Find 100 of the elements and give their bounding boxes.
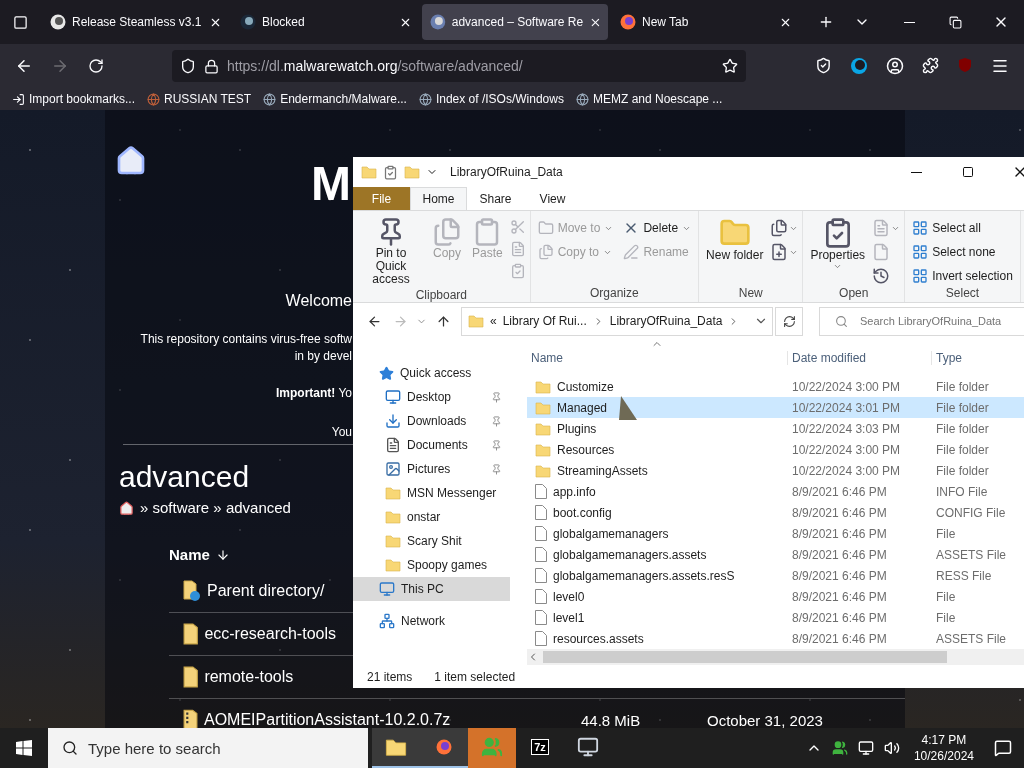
extensions-icon[interactable] (922, 57, 939, 74)
ribbon-button[interactable]: Invert selection (909, 267, 1016, 285)
shield-check-icon[interactable] (815, 57, 832, 74)
nav-item[interactable]: onstar (353, 505, 510, 529)
file-name: Resources (557, 442, 615, 457)
bookmark-link[interactable]: RUSSIAN TEST (147, 92, 252, 106)
file-row[interactable]: boot.config 8/9/2021 6:46 PM CONFIG File (527, 502, 1024, 523)
path-segment[interactable]: LibraryOfRuina_Data (609, 314, 723, 328)
taskbar-search-field[interactable]: Type here to search (48, 728, 368, 768)
bookmark-link[interactable]: Import bookmarks... (12, 92, 136, 106)
file-name: Plugins (557, 421, 597, 436)
ribbon-tab[interactable]: Home (410, 187, 467, 210)
address-field[interactable]: « Library Of Rui... LibraryOfRuina_Data (461, 306, 773, 336)
home-icon[interactable] (119, 500, 134, 516)
overflow-marker[interactable]: « (490, 314, 497, 328)
browser-tab[interactable]: Blocked (232, 4, 418, 40)
column-header[interactable]: Type (936, 351, 962, 365)
ribbon-button[interactable]: New folder (703, 215, 767, 264)
account-icon[interactable] (886, 57, 904, 75)
home-icon[interactable] (115, 145, 147, 177)
folder-icon (535, 420, 551, 437)
taskbar-app[interactable] (420, 728, 468, 768)
file-icon (535, 547, 547, 562)
sort-arrow-icon (215, 548, 230, 562)
path-segment[interactable]: Library Of Rui... (502, 314, 587, 328)
browser-tab[interactable]: New Tab (612, 4, 798, 40)
folder-icon (535, 399, 551, 416)
file-row[interactable]: StreamingAssets 10/22/2024 3:00 PM File folder (527, 460, 1024, 481)
nav-item[interactable]: This PC (353, 577, 510, 601)
nav-item[interactable]: Quick access (353, 361, 510, 385)
ribbon-button[interactable]: Properties (807, 215, 869, 273)
nav-item[interactable]: Desktop (353, 385, 510, 409)
file-row[interactable]: globalgamemanagers 8/9/2021 6:46 PM File (527, 523, 1024, 544)
picture-icon (385, 461, 401, 477)
files-icon[interactable] (770, 219, 789, 237)
nav-item[interactable]: Network (353, 609, 510, 633)
file-row[interactable]: Resources 10/22/2024 3:00 PM File folder (527, 439, 1024, 460)
ribbon-tab[interactable]: Share (467, 187, 524, 210)
folder-icon (385, 485, 401, 501)
taskbar-app[interactable]: 7z (516, 728, 564, 768)
ring-logo-icon[interactable] (850, 57, 868, 75)
entry-link[interactable]: AOMEIPartitionAssistant-10.2.0.7z (204, 711, 451, 728)
scrollbar-thumb[interactable] (543, 651, 947, 663)
bookmark-link[interactable]: Endermanch/Malware... (263, 92, 407, 106)
search-field[interactable]: Search LibraryOfRuina_Data (819, 306, 1024, 336)
refresh-button[interactable] (775, 306, 803, 336)
browser-tab[interactable]: Release Steamless v3.1 (42, 4, 228, 40)
taskbar-app[interactable] (372, 728, 420, 768)
column-header[interactable]: Name (169, 545, 210, 565)
import-icon (12, 92, 25, 106)
entry-link[interactable]: Parent directory/ (207, 582, 325, 600)
entry-link[interactable]: remote-tools (204, 668, 294, 686)
ribbon-button[interactable]: Pin to Quick access (357, 215, 425, 288)
globe-icon (263, 92, 277, 106)
nav-item[interactable]: Downloads (353, 409, 510, 433)
file-row[interactable]: level0 8/9/2021 6:46 PM File (527, 586, 1024, 607)
people-icon[interactable] (831, 740, 848, 756)
maximize-icon (962, 166, 974, 178)
url-field[interactable]: https://dl.malwarewatch.org/software/advanced/ (172, 50, 746, 82)
file-type: ASSETS File (935, 547, 1008, 562)
entry-link[interactable]: ecc-research-tools (204, 625, 336, 643)
monitor-icon (577, 736, 599, 758)
file-row[interactable]: level1 8/9/2021 6:46 PM File (527, 607, 1024, 628)
note-text: You (330, 424, 352, 441)
nav-item[interactable]: Spoopy games (353, 553, 510, 577)
nav-item[interactable]: Scary Shit (353, 529, 510, 553)
nav-item[interactable]: Pictures (353, 457, 510, 481)
history-icon[interactable] (872, 267, 891, 285)
nav-item[interactable]: MSN Messenger (353, 481, 510, 505)
file-type: File folder (935, 379, 990, 394)
file-row[interactable]: Plugins 10/22/2024 3:03 PM File folder (527, 418, 1024, 439)
ribbon-button[interactable]: Select all (909, 219, 1016, 237)
network-icon[interactable] (857, 740, 874, 756)
menu-icon[interactable] (991, 57, 1009, 75)
ribbon-button[interactable]: Delete (620, 219, 695, 237)
bookmark-link[interactable]: Index of /ISOs/Windows (418, 92, 564, 106)
file-row[interactable]: resources.assets 8/9/2021 6:46 PM ASSETS File (527, 628, 1024, 649)
nav-item[interactable]: Documents (353, 433, 510, 457)
bookmark-link[interactable]: MEMZ and Noescape ... (575, 92, 723, 106)
file-row[interactable]: globalgamemanagers.assets 8/9/2021 6:46 PM ASSETS File (527, 544, 1024, 565)
column-header[interactable]: Date modified (792, 351, 867, 365)
round-logo-icon (240, 14, 256, 30)
browser-tab[interactable]: advanced – Software Re (422, 4, 608, 40)
clock[interactable]: 4:17 PM 10/26/2024 (913, 732, 974, 764)
file-row[interactable]: app.info 8/9/2021 6:46 PM INFO File (527, 481, 1024, 502)
file-row[interactable]: Managed 10/22/2024 3:01 PM File folder (527, 397, 1024, 418)
file-row[interactable]: globalgamemanagers.assets.resS 8/9/2021 6:46 PM RESS File (527, 565, 1024, 586)
column-header[interactable]: Name (531, 351, 563, 365)
ribbon-tab[interactable]: View (524, 187, 581, 210)
ribbon-button[interactable]: Select none (909, 243, 1016, 261)
globe-icon (147, 92, 161, 106)
file-plus-icon[interactable] (770, 243, 789, 261)
minimize-icon (903, 21, 915, 23)
file-type: File folder (935, 400, 990, 415)
ribbon-tab[interactable]: File (353, 187, 410, 210)
notifications-icon[interactable] (994, 739, 1012, 757)
volume-icon[interactable] (883, 740, 900, 756)
bookmark-star-icon[interactable] (722, 58, 738, 74)
file-row[interactable]: Customize 10/22/2024 3:00 PM File folder (527, 376, 1024, 397)
properties-icon[interactable] (383, 164, 398, 180)
